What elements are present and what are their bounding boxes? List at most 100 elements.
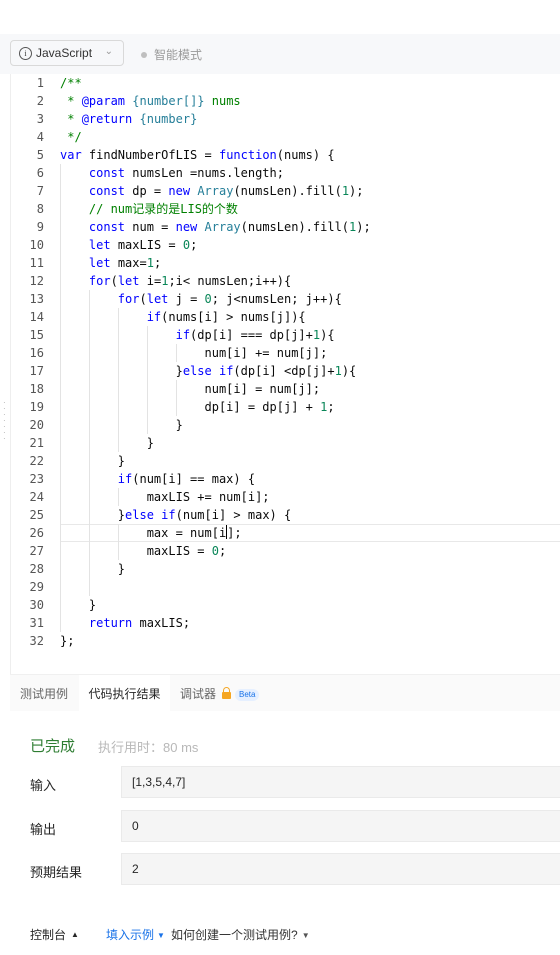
code-line[interactable]: 17 }else if(dp[i] <dp[j]+1){ xyxy=(11,362,560,380)
input-value[interactable]: [1,3,5,4,7] xyxy=(121,766,560,798)
indent-guide xyxy=(117,488,119,506)
code-line[interactable]: 6 const numsLen =nums.length; xyxy=(11,164,560,182)
smart-mode-label: 智能模式 xyxy=(154,48,203,62)
code-line[interactable]: 26 max = num[i]; xyxy=(11,524,560,542)
code-line[interactable]: 27 maxLIS = 0; xyxy=(11,542,560,560)
line-number: 28 xyxy=(29,562,44,576)
code-text: }; xyxy=(60,634,75,648)
output-value: 0 xyxy=(121,810,560,842)
indent-guide xyxy=(117,308,119,452)
code-line[interactable]: 1 /** xyxy=(11,74,560,92)
code-line[interactable]: 7 const dp = new Array(numsLen).fill(1); xyxy=(11,182,560,200)
line-number: 4 xyxy=(36,130,44,144)
code-line[interactable]: 30 } xyxy=(11,596,560,614)
code-editor[interactable]: 1/** 2 * @param {number[]} nums 3 * @retur… xyxy=(10,74,560,674)
mode-dot-icon xyxy=(141,51,147,58)
code-text: // num记录的是LIS的个数 xyxy=(88,202,238,216)
line-number: 12 xyxy=(29,274,44,288)
code-line[interactable]: 11 let max=1; xyxy=(11,254,560,272)
code-line[interactable]: 9 const num = new Array(numsLen).fill(1)… xyxy=(11,218,560,236)
code-text: num[i] = num[j]; xyxy=(60,382,321,396)
code-line[interactable]: 29 xyxy=(11,578,560,596)
code-line[interactable]: 2 * @param {number[]} nums xyxy=(11,92,560,110)
code-text: */ xyxy=(60,130,82,144)
tab-run-result[interactable]: 代码执行结果 xyxy=(79,675,170,711)
line-number: 27 xyxy=(29,544,44,558)
indent-guide xyxy=(175,380,177,416)
code-line[interactable]: 3 * @return {number} xyxy=(11,110,560,128)
line-number: 20 xyxy=(29,418,44,432)
line-number: 26 xyxy=(29,526,44,540)
code-line[interactable]: 4 */ xyxy=(11,128,560,146)
code-line[interactable]: 25 }else if(num[i] > max) { xyxy=(11,506,560,524)
code-line[interactable]: 20 } xyxy=(11,416,560,434)
tab-run-result-label: 代码执行结果 xyxy=(88,687,161,701)
fill-example-label: 填入示例 xyxy=(106,928,155,942)
bottom-bar: 控制台 ▲ 填入示例 ▼ 如何创建一个测试用例? ▼ xyxy=(0,906,560,955)
tab-testcases[interactable]: 测试用例 xyxy=(20,675,68,711)
caret-down-icon: ▼ xyxy=(157,931,165,940)
code-text: const num = new Array(numsLen).fill(1); xyxy=(88,220,371,234)
exec-time: 执行用时：80 ms xyxy=(98,737,198,756)
code-line[interactable]: 16 num[i] += num[j]; xyxy=(11,344,560,362)
console-label: 控制台 xyxy=(30,928,67,942)
expected-value: 2 xyxy=(121,853,560,885)
code-line[interactable]: 13 for(let j = 0; j<numsLen; j++){ xyxy=(11,290,560,308)
language-select[interactable]: i JavaScript ⌄ xyxy=(10,40,124,66)
code-line[interactable]: 10 let maxLIS = 0; xyxy=(11,236,560,254)
code-text: } xyxy=(60,454,126,468)
howto-link[interactable]: 如何创建一个测试用例? ▼ xyxy=(171,926,310,943)
output-label: 输出 xyxy=(30,822,57,837)
result-panel: 测试用例 代码执行结果 调试器 Beta 已完成 执行用时：80 ms 输入 [1… xyxy=(10,674,560,907)
indent-guide xyxy=(117,524,119,560)
code-line[interactable]: 8 // num记录的是LIS的个数 xyxy=(11,200,560,218)
line-number: 16 xyxy=(29,346,44,360)
tab-debugger[interactable]: 调试器 Beta xyxy=(180,675,260,711)
code-line[interactable]: 5 var findNumberOfLIS = function(nums) { xyxy=(11,146,560,164)
code-text: num[i] += num[j]; xyxy=(60,346,328,360)
line-number: 23 xyxy=(29,472,44,486)
code-line[interactable]: 18 num[i] = num[j]; xyxy=(11,380,560,398)
caret-up-icon: ▲ xyxy=(71,930,79,939)
line-number: 15 xyxy=(29,328,44,342)
indent-guide xyxy=(146,326,148,434)
code-line[interactable]: 23 if(num[i] == max) { xyxy=(11,470,560,488)
smart-mode-toggle[interactable]: 智能模式 xyxy=(141,46,202,63)
status-text: 已完成 xyxy=(30,738,76,755)
code-text: return maxLIS; xyxy=(88,616,191,630)
line-number: 1 xyxy=(36,76,44,90)
language-label: JavaScript xyxy=(36,46,93,60)
line-number: 2 xyxy=(36,94,44,108)
code-line[interactable]: 21 } xyxy=(11,434,560,452)
line-number: 22 xyxy=(29,454,44,468)
indent-guide xyxy=(60,164,61,632)
code-text: const dp = new Array(numsLen).fill(1); xyxy=(88,184,364,198)
code-line[interactable]: 15 if(dp[i] === dp[j]+1){ xyxy=(11,326,560,344)
code-line[interactable]: 19 dp[i] = dp[j] + 1; xyxy=(11,398,560,416)
code-text: const numsLen =nums.length; xyxy=(88,166,284,180)
chevron-down-icon: ⌄ xyxy=(104,46,113,57)
code-line[interactable]: 28 } xyxy=(11,560,560,578)
code-line[interactable]: 24 maxLIS += num[i]; xyxy=(11,488,560,506)
code-text: } xyxy=(60,418,183,432)
code-line[interactable]: 32}; xyxy=(11,632,560,650)
code-line[interactable]: 12 for(let i=1;i< numsLen;i++){ xyxy=(11,272,560,290)
line-number: 9 xyxy=(36,220,44,234)
resize-handle[interactable]: · · · · · · · xyxy=(3,399,6,443)
line-number: 31 xyxy=(29,616,44,630)
line-number: 30 xyxy=(29,598,44,612)
line-number: 29 xyxy=(29,580,44,594)
text-cursor xyxy=(226,525,228,539)
lock-icon xyxy=(222,687,232,699)
console-toggle[interactable]: 控制台 ▲ xyxy=(30,926,79,943)
howto-label: 如何创建一个测试用例? xyxy=(171,928,298,942)
code-line[interactable]: 22 } xyxy=(11,452,560,470)
code-text: if(nums[i] > nums[j]){ xyxy=(146,310,306,324)
code-text: maxLIS += num[i]; xyxy=(60,490,270,504)
line-number: 21 xyxy=(29,436,44,450)
code-line[interactable]: 31 return maxLIS; xyxy=(11,614,560,632)
editor-toolbar: i JavaScript ⌄ 智能模式 xyxy=(0,34,560,74)
code-text: let maxLIS = 0; xyxy=(88,238,198,252)
fill-example-button[interactable]: 填入示例 ▼ xyxy=(106,926,165,943)
code-line[interactable]: 14 if(nums[i] > nums[j]){ xyxy=(11,308,560,326)
